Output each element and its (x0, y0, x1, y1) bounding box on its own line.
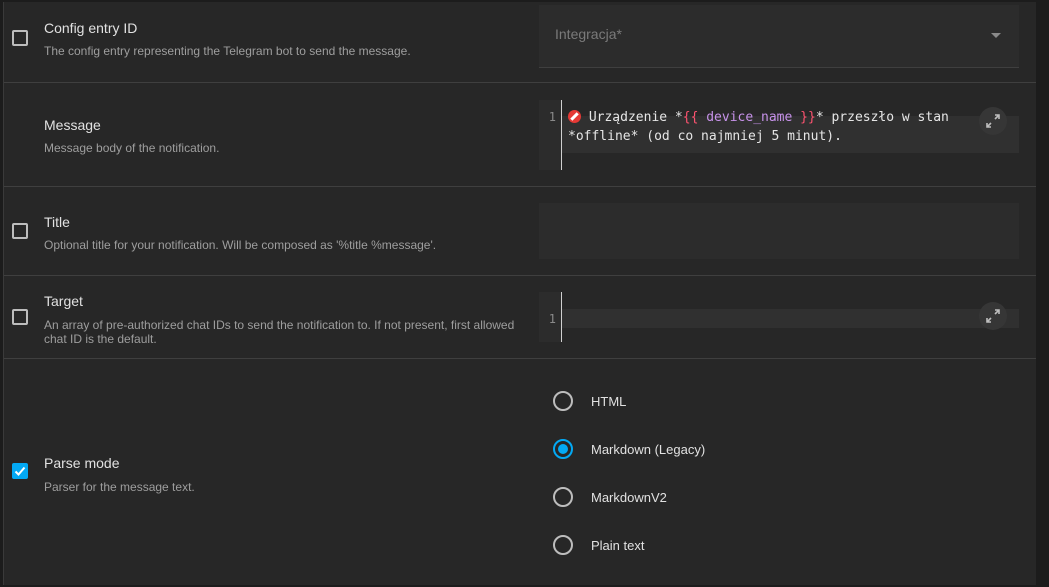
service-data-panel: Config entry ID The config entry represe… (3, 2, 1036, 585)
parse-mode-description: Parser for the message text. (44, 480, 195, 494)
chevron-down-icon (991, 33, 1001, 38)
integration-select[interactable]: Integracja* (539, 5, 1019, 68)
target-row: Target An array of pre-authorized chat I… (4, 276, 1036, 359)
target-description: An array of pre-authorized chat IDs to s… (44, 318, 515, 346)
parse-mode-row: Parse mode Parser for the message text. … (4, 359, 1036, 585)
message-code-text[interactable]: Urządzenie *{{ device_name }}* przeszło … (568, 108, 949, 146)
line-gutter: 1 (539, 100, 562, 170)
title-checkbox[interactable] (12, 223, 28, 239)
line-number: 1 (548, 110, 556, 124)
expand-icon (986, 309, 1000, 323)
message-label: Message (44, 117, 101, 133)
title-row: Title Optional title for your notificati… (4, 187, 1036, 276)
config-entry-row: Config entry ID The config entry represe… (4, 2, 1036, 83)
title-label: Title (44, 214, 70, 230)
line-number: 1 (548, 312, 556, 326)
active-line-highlight (562, 309, 1019, 328)
parse-mode-checkbox[interactable] (12, 463, 28, 479)
config-entry-label: Config entry ID (44, 20, 138, 36)
line-gutter: 1 (539, 292, 562, 342)
radio-label-markdown-legacy[interactable]: Markdown (Legacy) (591, 442, 705, 457)
message-description: Message body of the notification. (44, 141, 220, 155)
no-entry-emoji (568, 110, 581, 123)
code-line-2: *offline* (od co najmniej 5 minut). (568, 129, 842, 144)
target-code-editor[interactable]: 1 (539, 292, 1019, 342)
message-row: Message Message body of the notification… (4, 83, 1036, 187)
title-description: Optional title for your notification. Wi… (44, 238, 437, 252)
title-input[interactable] (539, 203, 1019, 259)
template-close: }} (800, 110, 816, 125)
config-entry-checkbox[interactable] (12, 30, 28, 46)
expand-icon (986, 114, 1000, 128)
template-open: {{ (682, 110, 699, 125)
radio-label-markdownv2[interactable]: MarkdownV2 (591, 490, 667, 505)
radio-label-plain-text[interactable]: Plain text (591, 538, 644, 553)
expand-button[interactable] (979, 302, 1007, 330)
message-code-editor[interactable]: 1 Urządzenie *{{ device_name }}* przeszł… (539, 100, 1019, 170)
template-variable: device_name (698, 110, 801, 125)
target-label: Target (44, 293, 83, 309)
radio-html[interactable] (553, 391, 573, 411)
integration-select-label: Integracja* (555, 26, 622, 42)
config-entry-description: The config entry representing the Telegr… (44, 44, 411, 58)
radio-markdown-legacy[interactable] (553, 439, 573, 459)
code-text-before: Urządzenie * (581, 110, 683, 125)
expand-button[interactable] (979, 107, 1007, 135)
radio-markdownv2[interactable] (553, 487, 573, 507)
code-text-after: * przeszło w stan (815, 110, 949, 125)
radio-plain-text[interactable] (553, 535, 573, 555)
parse-mode-label: Parse mode (44, 455, 120, 471)
radio-label-html[interactable]: HTML (591, 394, 626, 409)
check-icon (14, 466, 26, 476)
target-checkbox[interactable] (12, 309, 28, 325)
